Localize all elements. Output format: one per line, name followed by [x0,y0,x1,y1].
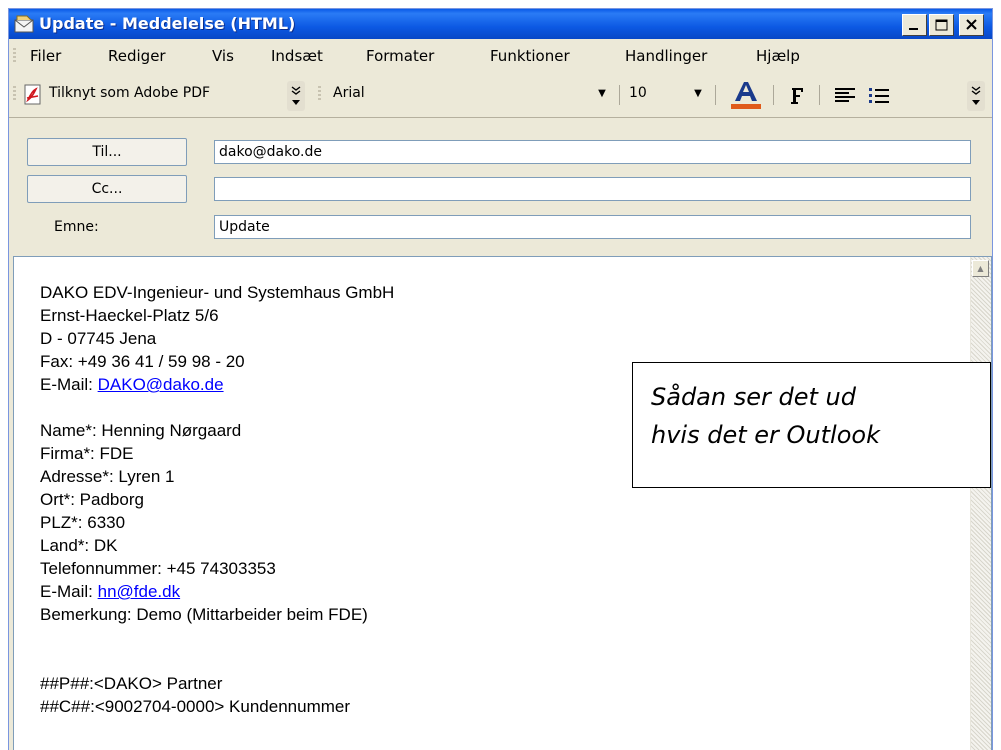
body-line: Name*: Henning Nørgaard [40,421,242,440]
body-line: PLZ*: 6330 [40,513,126,532]
email-label: E-Mail: [40,582,98,601]
body-line: Ort*: Padborg [40,490,144,509]
cc-field[interactable] [214,177,971,201]
menu-bar: Filer Rediger Vis Indsæt Formater Funkti… [9,39,992,73]
font-color-icon [731,82,761,109]
body-line: Bemerkung: Demo (Mittarbeider beim FDE) [40,605,368,624]
font-size-dropdown[interactable]: 10 ▼ [627,82,707,106]
toolbar-grip[interactable] [13,86,16,102]
body-line: Ernst-Haeckel-Platz 5/6 [40,306,219,325]
chevron-down-icon: ▼ [694,88,702,99]
body-line: DAKO EDV-Ingenieur- und Systemhaus GmbH [40,283,395,302]
subject-label: Emne: [54,219,99,235]
align-left-button[interactable] [831,83,859,109]
menu-funktioner[interactable]: Funktioner [490,47,570,65]
minimize-button[interactable] [902,14,927,36]
body-line: Fax: +49 36 41 / 59 98 - 20 [40,352,245,371]
font-size-value: 10 [629,85,647,101]
font-name-dropdown[interactable]: Arial ▼ [331,82,611,106]
menu-vis[interactable]: Vis [212,47,234,65]
title-bar[interactable]: Update - Meddelelse (HTML) [9,9,992,39]
toolbar-overflow-chevron-right[interactable] [967,81,985,111]
body-line: ##P##:<DAKO> Partner [40,674,223,693]
to-button[interactable]: Til... [27,138,187,166]
bullet-list-icon [869,88,889,103]
menu-filer[interactable]: Filer [30,47,61,65]
minimize-icon [909,28,918,30]
menu-formater[interactable]: Formater [366,47,434,65]
toolbar-grip-2[interactable] [318,86,321,102]
bold-icon [791,88,803,104]
to-field[interactable]: dako@dako.de [214,140,971,164]
body-line: Firma*: FDE [40,444,134,463]
cc-button[interactable]: Cc... [27,175,187,203]
formatting-toolbar: Tilknyt som Adobe PDF Arial ▼ 10 ▼ [9,73,992,118]
font-name-value: Arial [333,85,365,101]
body-line: E-Mail: DAKO@dako.de [40,373,394,396]
email-link[interactable]: DAKO@dako.de [98,375,224,394]
align-left-icon [835,88,855,102]
chevron-down-icon [971,86,981,105]
maximize-button[interactable] [929,14,954,36]
toolbar-separator [715,85,716,105]
adobe-pdf-icon [24,84,41,105]
font-color-button[interactable] [725,79,765,113]
menubar-grip[interactable] [13,48,16,64]
chevron-down-icon: ▼ [598,88,606,99]
message-header: Til... dako@dako.de Cc... Emne: Update [9,118,992,256]
menu-hjaelp[interactable]: Hjælp [756,47,800,65]
menu-indsaet[interactable]: Indsæt [271,47,323,65]
bold-button[interactable] [785,83,811,109]
vertical-scrollbar[interactable]: ▲ [970,257,991,750]
message-text: DAKO EDV-Ingenieur- und Systemhaus GmbH … [40,281,394,718]
subject-field[interactable]: Update [214,215,971,239]
toolbar-separator [619,85,620,105]
email-link[interactable]: hn@fde.dk [98,582,180,601]
callout-line-2: hvis det er Outlook [651,421,880,449]
bullets-button[interactable] [865,83,895,109]
chevron-down-icon [291,86,301,105]
body-line: E-Mail: hn@fde.dk [40,580,394,603]
close-button[interactable] [959,14,984,36]
annotation-callout: Sådan ser det ud hvis det er Outlook [632,362,991,488]
maximize-icon [935,19,948,31]
body-line: Telefonnummer: +45 74303353 [40,559,276,578]
body-line: Adresse*: Lyren 1 [40,467,175,486]
body-line: D - 07745 Jena [40,329,157,348]
attach-adobe-pdf-button[interactable]: Tilknyt som Adobe PDF [49,85,210,101]
scroll-up-button[interactable]: ▲ [972,260,989,277]
body-line: ##C##:<9002704-0000> Kundennummer [40,697,351,716]
menu-rediger[interactable]: Rediger [108,47,166,65]
email-label: E-Mail: [40,375,98,394]
callout-line-1: Sådan ser det ud [651,383,856,411]
toolbar-separator [819,85,820,105]
window-title: Update - Meddelelse (HTML) [39,14,296,33]
toolbar-separator [773,85,774,105]
close-icon [966,19,977,30]
envelope-icon [14,15,34,33]
message-body[interactable]: DAKO EDV-Ingenieur- und Systemhaus GmbH … [13,256,992,750]
body-line: Land*: DK [40,536,118,555]
toolbar-overflow-chevron[interactable] [287,81,305,111]
menu-handlinger[interactable]: Handlinger [625,47,707,65]
